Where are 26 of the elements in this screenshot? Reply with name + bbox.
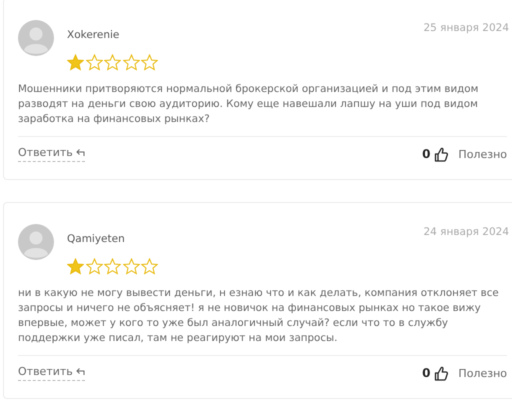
empty-star-icon [104,258,121,275]
filled-star-icon [67,54,84,71]
avatar-icon [18,224,54,260]
reply-link[interactable]: Ответить [18,146,85,162]
empty-star-icon [104,54,121,71]
review-text: ни в какую не могу вывести деньги, н езнаю что и как делать, компания отклоняет все запросы и ничего не объясняет! я не новичок на финансовых рынках но такое вижу впервые, может у кого то уже был аналогичный случай? если что то в службу поддержки уже писал, там не реагируют на мои запросы. [18,286,500,346]
avatar-icon [18,20,54,56]
like-count: 0 [422,366,430,380]
empty-star-icon [122,258,140,275]
reply-link[interactable]: Ответить [18,365,85,381]
review-date: 24 января 2024 [423,226,509,238]
filled-star-icon [67,258,84,275]
reply-arrow-icon [74,148,85,157]
thumbs-up-icon[interactable] [434,366,448,380]
review-text: Мошенники притворяются нормальной брокерской организацией и под этим видом разводят на деньги свою аудиторию. Кому еще навешали лапшу на уши под видом заработка на финансовых рынках? [18,82,480,127]
author-name: Xokerenie [67,29,120,41]
like-count: 0 [422,147,430,161]
empty-star-icon [122,54,140,71]
useful-label: Полезно [458,148,507,160]
author-name: Qamiyeten [67,233,126,245]
empty-star-icon [141,258,158,275]
thumbs-up-icon[interactable] [434,146,448,162]
review-date: 25 января 2024 [423,22,509,34]
reply-arrow-icon [74,367,85,376]
empty-star-icon [141,54,158,71]
useful-label: Полезно [458,366,507,380]
